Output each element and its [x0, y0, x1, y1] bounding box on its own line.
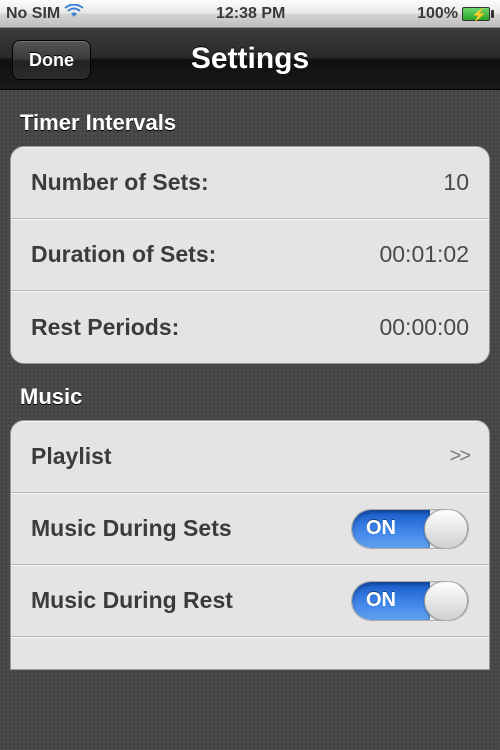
settings-content[interactable]: Timer Intervals Number of Sets: 10 Durat…	[0, 90, 500, 750]
row-cutoff	[11, 637, 489, 669]
row-duration-of-sets[interactable]: Duration of Sets: 00:01:02	[11, 219, 489, 291]
row-label: Playlist	[31, 443, 112, 470]
row-playlist[interactable]: Playlist >>	[11, 421, 489, 493]
group-music: Playlist >> Music During Sets ON Music D…	[10, 420, 490, 670]
chevron-right-icon: >>	[450, 445, 469, 468]
battery-percent: 100%	[417, 5, 458, 23]
status-time: 12:38 PM	[216, 5, 285, 23]
toggle-on-label: ON	[366, 517, 396, 540]
page-title: Settings	[191, 42, 309, 76]
status-bar: No SIM 12:38 PM 100% ⚡	[0, 0, 500, 28]
row-label: Rest Periods:	[31, 314, 179, 341]
done-button-label: Done	[29, 50, 74, 71]
row-label: Music During Sets	[31, 515, 232, 542]
row-label: Duration of Sets:	[31, 241, 216, 268]
row-label: Music During Rest	[31, 587, 233, 614]
status-left: No SIM	[6, 4, 84, 23]
battery-icon: ⚡	[462, 7, 494, 21]
status-right: 100% ⚡	[417, 5, 494, 23]
carrier-text: No SIM	[6, 5, 60, 23]
section-header-timer: Timer Intervals	[10, 90, 490, 146]
row-value: 10	[443, 169, 469, 196]
toggle-knob	[424, 581, 468, 621]
row-label: Number of Sets:	[31, 169, 209, 196]
wifi-icon	[64, 4, 84, 23]
section-header-music: Music	[10, 364, 490, 420]
row-value: 00:00:00	[379, 314, 469, 341]
row-number-of-sets[interactable]: Number of Sets: 10	[11, 147, 489, 219]
row-music-during-sets: Music During Sets ON	[11, 493, 489, 565]
group-timer-intervals: Number of Sets: 10 Duration of Sets: 00:…	[10, 146, 490, 364]
nav-bar: Done Settings	[0, 28, 500, 90]
toggle-knob	[424, 509, 468, 549]
row-rest-periods[interactable]: Rest Periods: 00:00:00	[11, 291, 489, 363]
toggle-on-label: ON	[366, 589, 396, 612]
toggle-music-during-rest[interactable]: ON	[351, 581, 469, 621]
row-value: 00:01:02	[379, 241, 469, 268]
toggle-music-during-sets[interactable]: ON	[351, 509, 469, 549]
done-button[interactable]: Done	[12, 40, 91, 80]
row-music-during-rest: Music During Rest ON	[11, 565, 489, 637]
